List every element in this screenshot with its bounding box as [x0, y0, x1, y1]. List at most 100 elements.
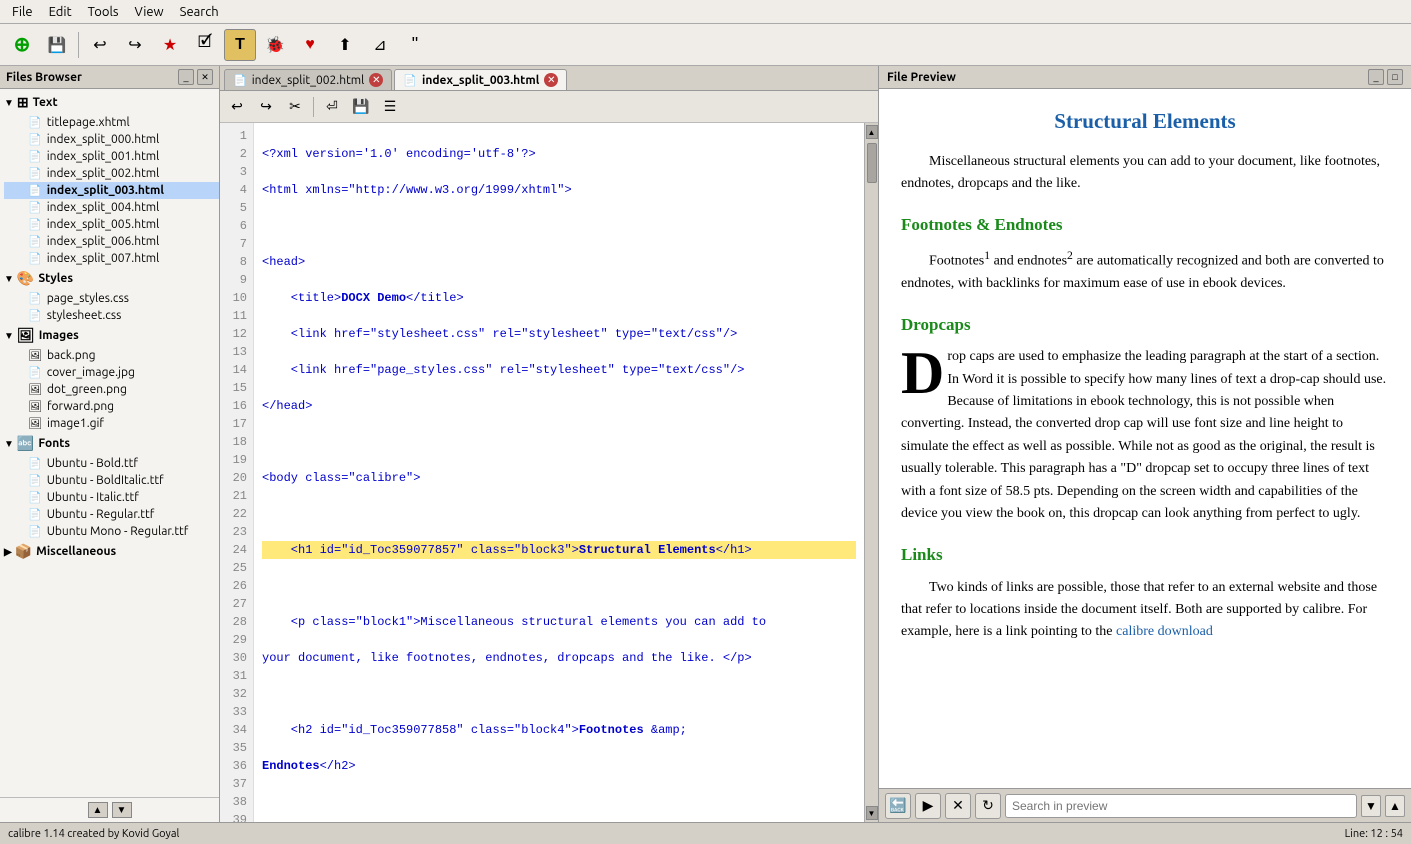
tree-item-ubuntu-bolditalic[interactable]: 📄 Ubuntu - BoldItalic.ttf: [4, 472, 219, 489]
file-icon: 📄: [28, 218, 42, 231]
tab-index002[interactable]: 📄 index_split_002.html ✕: [224, 69, 392, 90]
preview-toolbar: 🔙 ▶ ✕ ↻ ▼ ▲: [879, 788, 1411, 822]
tree-item-index006[interactable]: 📄 index_split_006.html: [4, 233, 219, 250]
tab-close-index002[interactable]: ✕: [369, 73, 383, 87]
preview-main-heading: Structural Elements: [901, 105, 1389, 139]
tab-close-index003[interactable]: ✕: [544, 73, 558, 87]
tree-item-index000[interactable]: 📄 index_split_000.html: [4, 131, 219, 148]
filename-index006: index_split_006.html: [47, 235, 160, 248]
editor-cut[interactable]: ✂: [282, 95, 308, 119]
tree-group-misc-header[interactable]: ▶ 📦 Miscellaneous: [0, 540, 219, 563]
search-up-arrow[interactable]: ▲: [1385, 795, 1405, 817]
editor-save-file[interactable]: 💾: [348, 95, 374, 119]
tree-item-page-styles[interactable]: 📄 page_styles.css: [4, 290, 219, 307]
editor-wrap[interactable]: ⏎: [319, 95, 345, 119]
menu-file[interactable]: File: [4, 3, 41, 21]
tree-item-index007[interactable]: 📄 index_split_007.html: [4, 250, 219, 267]
tree-item-dot-green[interactable]: 🖼 dot_green.png: [4, 381, 219, 398]
tree-group-images-header[interactable]: ▼ 🖼 Images: [0, 324, 219, 347]
code-line-17: <h2 id="id_Toc359077858" class="block4">…: [262, 721, 856, 739]
tree-item-index002[interactable]: 📄 index_split_002.html: [4, 165, 219, 182]
menu-edit[interactable]: Edit: [41, 3, 80, 21]
tab-label-index002: index_split_002.html: [252, 74, 365, 87]
undo-button[interactable]: ↩: [84, 29, 116, 61]
filename-stylesheet: stylesheet.css: [47, 309, 122, 322]
tree-item-ubuntu-italic[interactable]: 📄 Ubuntu - Italic.ttf: [4, 489, 219, 506]
tree-item-index004[interactable]: 📄 index_split_004.html: [4, 199, 219, 216]
code-line-16: [262, 685, 856, 703]
new-book-button[interactable]: ⊕: [6, 29, 38, 61]
tab-label-index003: index_split_003.html: [422, 74, 539, 87]
menu-search[interactable]: Search: [172, 3, 227, 21]
preview-refresh-button[interactable]: ↻: [975, 793, 1001, 819]
heart-button[interactable]: ♥: [294, 29, 326, 61]
fb-scroll-down[interactable]: ▼: [112, 802, 132, 818]
code-line-4: <head>: [262, 253, 856, 271]
code-line-18: Endnotes</h2>: [262, 757, 856, 775]
fonts-group-icon: 🔤: [17, 435, 34, 452]
images-group-icon: 🖼: [17, 327, 35, 344]
tree-item-ubuntu-regular[interactable]: 📄 Ubuntu - Regular.ttf: [4, 506, 219, 523]
menu-tools[interactable]: Tools: [80, 3, 127, 21]
tree-item-forward-png[interactable]: 🖼 forward.png: [4, 398, 219, 415]
menubar: File Edit Tools View Search: [0, 0, 1411, 24]
filename-index005: index_split_005.html: [47, 218, 160, 231]
file-icon: 📄: [28, 235, 42, 248]
tab-index003[interactable]: 📄 index_split_003.html ✕: [394, 69, 567, 90]
code-line-1: <?xml version='1.0' encoding='utf-8'?>: [262, 145, 856, 163]
search-down-arrow[interactable]: ▼: [1361, 795, 1381, 817]
arrow-button[interactable]: ⬆: [329, 29, 361, 61]
fb-minimize-button[interactable]: _: [178, 69, 194, 85]
editor-tab-bar: 📄 index_split_002.html ✕ 📄 index_split_0…: [220, 66, 878, 91]
redo-button[interactable]: ↪: [119, 29, 151, 61]
preview-minimize[interactable]: _: [1368, 69, 1384, 85]
save-button[interactable]: 💾: [41, 29, 73, 61]
tree-item-index005[interactable]: 📄 index_split_005.html: [4, 216, 219, 233]
preview-back-button[interactable]: 🔙: [885, 793, 911, 819]
bookmark-button[interactable]: ★: [154, 29, 186, 61]
images-group-items: 🖼 back.png 📄 cover_image.jpg 🖼 dot_green…: [0, 347, 219, 432]
line-numbers: 1234567891011121314151617181920212223242…: [220, 123, 254, 822]
code-line-11: [262, 505, 856, 523]
editor-undo[interactable]: ↩: [224, 95, 250, 119]
tree-item-titlepage[interactable]: 📄 titlepage.xhtml: [4, 114, 219, 131]
tree-item-image1-gif[interactable]: 🖼 image1.gif: [4, 415, 219, 432]
tree-group-text-header[interactable]: ▼ ⊞ Text: [0, 91, 219, 114]
preview-stop-button[interactable]: ✕: [945, 793, 971, 819]
editor-scrollbar[interactable]: ▲ ▼: [864, 123, 878, 822]
tree-item-stylesheet[interactable]: 📄 stylesheet.css: [4, 307, 219, 324]
images-group-arrow: ▼: [4, 330, 14, 342]
tree-group-fonts-header[interactable]: ▼ 🔤 Fonts: [0, 432, 219, 455]
preview-forward-button[interactable]: ▶: [915, 793, 941, 819]
quote-button[interactable]: ": [399, 29, 431, 61]
fb-scroll-up[interactable]: ▲: [88, 802, 108, 818]
tree-item-index001[interactable]: 📄 index_split_001.html: [4, 148, 219, 165]
tree-item-cover-image[interactable]: 📄 cover_image.jpg: [4, 364, 219, 381]
file-icon: 📄: [28, 309, 42, 322]
editor-toggle-lines[interactable]: ☰: [377, 95, 403, 119]
tree-item-ubuntu-bold[interactable]: 📄 Ubuntu - Bold.ttf: [4, 455, 219, 472]
code-content[interactable]: <?xml version='1.0' encoding='utf-8'?> <…: [254, 123, 864, 822]
tree-item-ubuntu-mono[interactable]: 📄 Ubuntu Mono - Regular.ttf: [4, 523, 219, 540]
fb-close-button[interactable]: ✕: [197, 69, 213, 85]
bug-button[interactable]: 🐞: [259, 29, 291, 61]
text-tool-button[interactable]: T: [224, 29, 256, 61]
check-button[interactable]: 🗹: [189, 29, 221, 61]
editor-redo[interactable]: ↪: [253, 95, 279, 119]
preview-dropcaps-heading: Dropcaps: [901, 311, 1389, 338]
menu-view[interactable]: View: [127, 3, 172, 21]
styles-group-icon: 🎨: [17, 270, 34, 287]
tree-item-index003[interactable]: 📄 index_split_003.html: [4, 182, 219, 199]
tree-group-styles-header[interactable]: ▼ 🎨 Styles: [0, 267, 219, 290]
file-icon: 📄: [28, 474, 42, 487]
status-bar: calibre 1.14 created by Kovid Goyal Line…: [0, 822, 1411, 844]
tree-item-back-png[interactable]: 🖼 back.png: [4, 347, 219, 364]
search-preview-container: [1005, 794, 1357, 818]
code-line-15: your document, like footnotes, endnotes,…: [262, 649, 856, 667]
preview-maximize[interactable]: □: [1387, 69, 1403, 85]
search-preview-input[interactable]: [1012, 799, 1350, 813]
code-line-6: <link href="stylesheet.css" rel="stylesh…: [262, 325, 856, 343]
tree-group-styles: ▼ 🎨 Styles 📄 page_styles.css 📄 styleshee…: [0, 267, 219, 324]
filename-titlepage: titlepage.xhtml: [47, 116, 130, 129]
settings-button[interactable]: ⊿: [364, 29, 396, 61]
